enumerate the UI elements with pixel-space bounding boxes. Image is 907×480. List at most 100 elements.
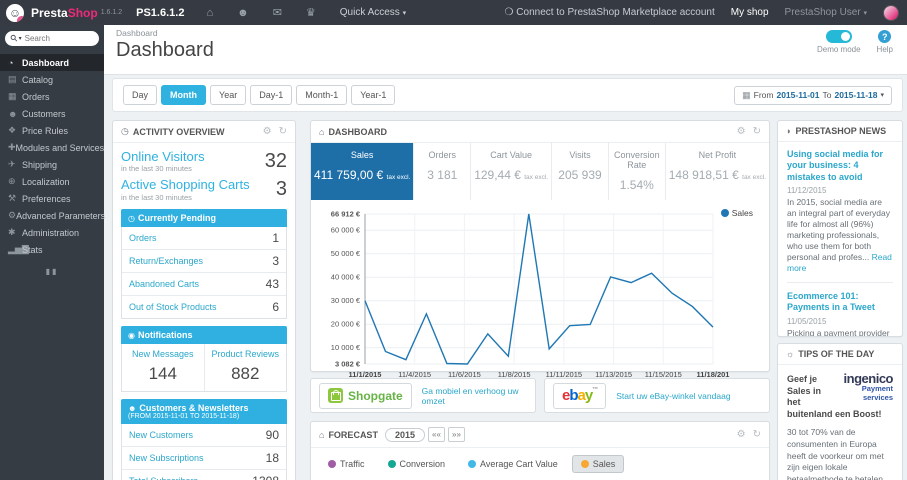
user-menu[interactable]: PrestaShop User ▾ (785, 7, 867, 18)
forecast-legend-sales[interactable]: Sales (571, 455, 625, 473)
kpi-net-profit[interactable]: Net Profit 148 918,51 € tax excl. (666, 143, 769, 200)
date-range-picker[interactable]: ▦ From 2015-11-01 To 2015-11-18 ▾ (734, 85, 892, 105)
range-day-button[interactable]: Day (123, 85, 158, 105)
forecast-year[interactable]: 2015 (384, 427, 425, 442)
marketplace-icon: ❍ (504, 7, 514, 18)
forecast-next-button[interactable]: »» (447, 427, 465, 442)
sidebar-item-shipping[interactable]: ✈ Shipping (0, 156, 104, 173)
my-shop-link[interactable]: My shop (731, 7, 769, 18)
sidebar-item-customers[interactable]: ☻ Customers (0, 105, 104, 122)
user-avatar[interactable] (883, 4, 899, 21)
date-from: 2015-11-01 (776, 90, 820, 100)
sidebar-item-localization[interactable]: ⊕ Localization (0, 173, 104, 190)
pending-row-out-of-stock: Out of Stock Products 6 (122, 294, 286, 318)
gear-icon[interactable]: ⚙ (263, 126, 272, 137)
online-visitors-link[interactable]: Online Visitors (121, 149, 205, 164)
help-label: Help (876, 45, 893, 54)
range-day-1-button[interactable]: Day-1 (250, 85, 293, 105)
news-item-date: 11/12/2015 (787, 185, 827, 195)
sidebar-item-preferences[interactable]: ⚒ Preferences (0, 190, 104, 207)
refresh-icon[interactable]: ↻ (753, 126, 761, 137)
sidebar-item-administration[interactable]: ✱ Administration (0, 224, 104, 241)
news-item-title[interactable]: Using social media for your business: 4 … (787, 149, 893, 183)
achievements-trophy-icon[interactable]: ♛ (306, 6, 316, 19)
ebay-logo-text: ebay™ (562, 387, 598, 404)
svg-text:60 000 €: 60 000 € (331, 226, 361, 235)
brand-version-small: 1.6.1.2 (100, 9, 123, 16)
traffic-dot (328, 460, 336, 468)
gear-icon[interactable]: ⚙ (737, 429, 746, 440)
shopgate-link[interactable]: Ga mobiel en verhoog uw omzet (422, 386, 527, 406)
kpi-sales[interactable]: Sales 411 759,00 € tax excl. (311, 143, 415, 200)
date-range-toolbar: Day Month Year Day-1 Month-1 Year-1 ▦ Fr… (112, 78, 903, 112)
kpi-orders[interactable]: Orders 3 181 (414, 143, 472, 200)
price-rules-icon: ❖ (8, 125, 17, 135)
refresh-icon[interactable]: ↻ (753, 429, 761, 440)
sidebar-item-dashboard[interactable]: ◔ Dashboard (0, 54, 104, 71)
forecast-title: FORECAST (328, 429, 378, 440)
activity-icon: ◷ (121, 126, 129, 136)
range-year-1-button[interactable]: Year-1 (351, 85, 396, 105)
forecast-prev-button[interactable]: «« (427, 427, 445, 442)
svg-text:10 000 €: 10 000 € (331, 343, 361, 352)
page-header: Dashboard Dashboard Demo mode ? Help (104, 25, 907, 75)
sidebar-item-catalog[interactable]: ▤ Catalog (0, 71, 104, 88)
news-item-title[interactable]: Ecommerce 101: Payments in a Tweet (787, 291, 893, 314)
breadcrumb[interactable]: Dashboard (104, 25, 907, 38)
help-icon[interactable]: ? (878, 30, 892, 43)
forecast-legend-conversion[interactable]: Conversion (379, 455, 455, 473)
cart-icon: ⌂ (319, 429, 325, 440)
range-year-button[interactable]: Year (210, 85, 247, 105)
shop-cart-icon[interactable]: ⌂ (206, 7, 213, 19)
catalog-icon: ▤ (8, 74, 17, 84)
active-carts-link[interactable]: Active Shopping Carts (121, 177, 250, 192)
shopgate-bag-icon (328, 388, 343, 403)
search-input[interactable] (24, 34, 83, 43)
shopgate-logo[interactable]: Shopgate (319, 382, 412, 409)
customers-quick-icon[interactable]: ☻ (237, 7, 249, 19)
ingenico-logo[interactable]: ingenico Payment services (831, 372, 894, 402)
preferences-icon: ⚒ (8, 193, 17, 203)
kpi-conversion-rate[interactable]: Conversion Rate 1.54% (609, 143, 666, 200)
prestashop-news-panel: ◗ PRESTASHOP NEWS Using social media for… (777, 120, 903, 337)
forecast-legend-traffic[interactable]: Traffic (319, 455, 374, 473)
customers-row-total-subscribers: Total Subscribers1308 (122, 468, 286, 480)
news-title: PRESTASHOP NEWS (795, 126, 887, 136)
refresh-icon[interactable]: ↻ (279, 126, 287, 137)
ebay-logo[interactable]: ebay™ (553, 382, 607, 409)
sidebar-search[interactable]: ⚲ ▾ (5, 31, 99, 46)
notif-new-messages: New Messages 144 (131, 348, 194, 383)
messages-icon[interactable]: ✉ (273, 6, 282, 19)
sidebar-item-stats[interactable]: ▂▅▇ Stats (0, 241, 104, 258)
range-month-button[interactable]: Month (161, 85, 207, 105)
brand-version: PS1.6.1.2 (136, 6, 185, 19)
prestashop-logo-icon[interactable]: ☺ (6, 3, 24, 22)
gear-icon[interactable]: ⚙ (737, 126, 746, 137)
ebay-link[interactable]: Start uw eBay-winkel vandaag (616, 391, 730, 401)
kpi-visits[interactable]: Visits 205 939 (552, 143, 609, 200)
main-content: Dashboard Dashboard Demo mode ? Help Day… (104, 25, 907, 480)
demo-mode-toggle[interactable] (825, 30, 852, 43)
cart-icon: ⌂ (319, 126, 325, 137)
demo-mode-label: Demo mode (816, 45, 861, 54)
svg-text:50 000 €: 50 000 € (331, 249, 361, 258)
forecast-legend-avg-cart-value[interactable]: Average Cart Value (459, 455, 567, 473)
top-bar: ☺ PrestaShop 1.6.1.2 PS1.6.1.2 ⌂ ☻ ✉ ♛ Q… (0, 0, 907, 25)
range-month-1-button[interactable]: Month-1 (296, 85, 348, 105)
marketplace-connect-link[interactable]: ❍ Connect to PrestaShop Marketplace acco… (505, 7, 715, 18)
kpi-cart-value[interactable]: Cart Value 129,44 € tax excl. (471, 143, 553, 200)
sidebar-item-advanced-parameters[interactable]: ⚙ Advanced Parameters (0, 207, 105, 224)
demo-mode-control: Demo mode (817, 30, 861, 54)
calendar-icon: ▦ (742, 89, 751, 100)
sidebar: ⚲ ▾ ◔Dashboard ▤Catalog ▦Orders ☻Custome… (0, 25, 105, 480)
customers-newsletters-section: ☻ Customers & Newsletters (FROM 2015-11-0… (121, 398, 287, 480)
sidebar-item-price-rules[interactable]: ❖ Price Rules (0, 122, 104, 139)
sidebar-item-orders[interactable]: ▦ Orders (0, 88, 104, 105)
sidebar-item-modules[interactable]: ✚ Modules and Services (0, 139, 104, 156)
chart-legend[interactable]: Sales (720, 208, 753, 218)
activity-overview-panel: ◷ ACTIVITY OVERVIEW ⚙ ↻ Online Visitors … (112, 120, 296, 480)
sidebar-collapse-button[interactable]: ▮▮ (0, 267, 104, 276)
brand-name: PrestaShop (31, 5, 98, 20)
quick-access-menu[interactable]: Quick Access ▾ (340, 7, 406, 18)
forecast-legend: Traffic Conversion Average Cart Value Sa… (311, 448, 769, 480)
